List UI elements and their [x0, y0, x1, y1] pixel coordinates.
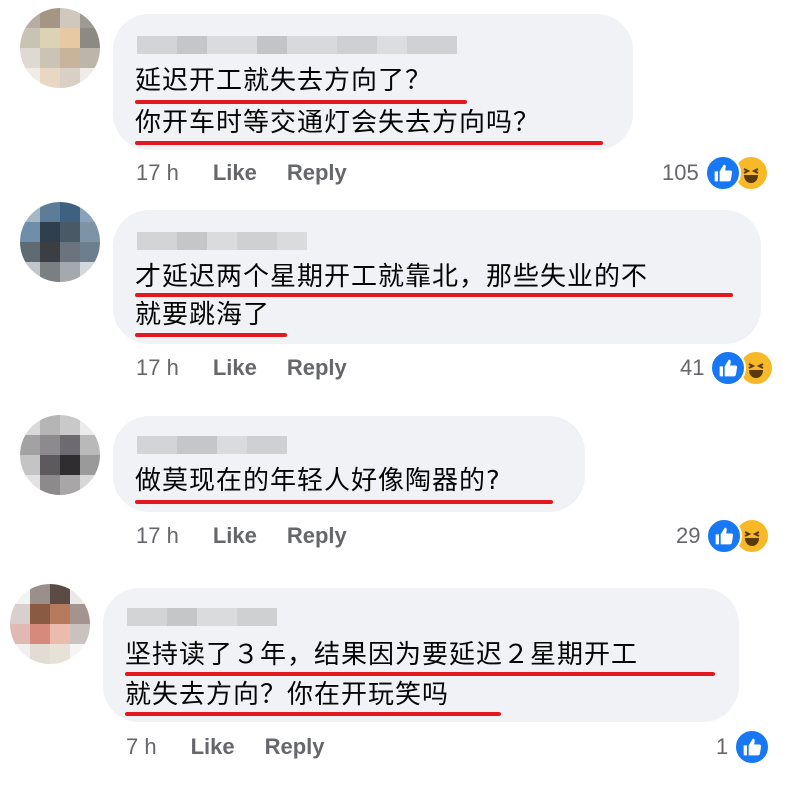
blurred-author-name[interactable] — [137, 436, 287, 454]
highlight-underline — [135, 141, 603, 145]
highlight-underline — [125, 712, 501, 716]
like-button[interactable]: Like — [191, 734, 235, 760]
highlight-underline — [135, 100, 467, 104]
comment-bubble: 延迟开工就失去方向了？ 你开车时等交通灯会失去方向吗？ — [113, 14, 633, 150]
highlight-underline — [135, 500, 553, 504]
comment-text-line: 你开车时等交通灯会失去方向吗？ — [135, 108, 541, 138]
comment-text-line: 坚持读了３年，结果因为要延迟２星期开工 — [125, 640, 639, 670]
comment-actions: 17 h Like Reply — [136, 523, 347, 549]
like-icon — [734, 729, 771, 765]
timestamp[interactable]: 17 h — [136, 160, 179, 186]
comment-text-line: 就失去方向？你在开玩笑吗 — [125, 680, 450, 710]
reaction-count: 1 — [716, 734, 729, 759]
avatar[interactable] — [20, 8, 100, 88]
comment-actions: 17 h Like Reply — [136, 355, 347, 381]
comment-bubble: 才延迟两个星期开工就靠北，那些失业的不 就要跳海了 — [113, 210, 761, 344]
highlight-underline — [135, 293, 733, 297]
blurred-author-name[interactable] — [137, 232, 307, 250]
avatar[interactable] — [20, 202, 100, 282]
reply-button[interactable]: Reply — [265, 734, 325, 760]
reaction-summary[interactable]: 41 — [680, 350, 775, 386]
comment-actions: 17 h Like Reply — [136, 160, 347, 186]
reaction-count: 29 — [676, 523, 701, 548]
reaction-summary[interactable]: 29 — [676, 518, 771, 554]
timestamp[interactable]: 17 h — [136, 523, 179, 549]
blurred-author-name[interactable] — [127, 608, 277, 626]
comment-text-line: 做莫现在的年轻人好像陶器的? — [135, 466, 501, 496]
comment-text-line: 就要跳海了 — [135, 300, 271, 330]
reaction-summary[interactable]: 105 — [662, 155, 769, 191]
timestamp[interactable]: 17 h — [136, 355, 179, 381]
blurred-author-name[interactable] — [137, 36, 457, 54]
comment-text-line: 延迟开工就失去方向了？ — [135, 66, 433, 96]
like-icon — [706, 518, 743, 554]
reaction-count: 105 — [662, 160, 699, 185]
reply-button[interactable]: Reply — [287, 355, 347, 381]
like-button[interactable]: Like — [213, 523, 257, 549]
comment-bubble: 坚持读了３年，结果因为要延迟２星期开工 就失去方向？你在开玩笑吗 — [103, 588, 739, 722]
highlight-underline — [125, 672, 715, 676]
like-icon — [710, 350, 747, 386]
highlight-underline — [135, 333, 287, 337]
avatar[interactable] — [10, 584, 90, 664]
comment-actions: 7 h Like Reply — [126, 734, 325, 760]
reaction-count: 41 — [680, 355, 705, 380]
like-button[interactable]: Like — [213, 355, 257, 381]
like-button[interactable]: Like — [213, 160, 257, 186]
like-icon — [704, 155, 741, 191]
comment-text-line: 才延迟两个星期开工就靠北，那些失业的不 — [135, 262, 649, 292]
avatar[interactable] — [20, 415, 100, 495]
reply-button[interactable]: Reply — [287, 160, 347, 186]
timestamp[interactable]: 7 h — [126, 734, 157, 760]
comment-bubble: 做莫现在的年轻人好像陶器的? — [113, 416, 585, 512]
reaction-summary[interactable]: 1 — [716, 729, 771, 765]
reply-button[interactable]: Reply — [287, 523, 347, 549]
